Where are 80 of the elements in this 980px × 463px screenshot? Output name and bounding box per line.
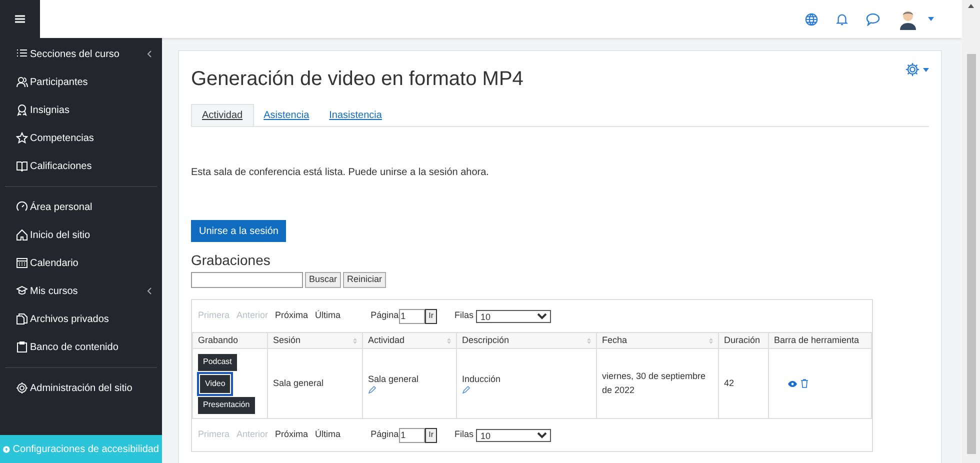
search-field[interactable] xyxy=(191,272,303,288)
join-button[interactable]: Unirse a la sesión xyxy=(191,220,286,242)
format-button[interactable]: Video xyxy=(200,374,230,392)
avatar-icon[interactable] xyxy=(898,8,918,30)
info-icon xyxy=(3,444,10,454)
pager-link[interactable]: Próxima xyxy=(275,309,308,323)
sidebar-item[interactable]: Secciones del curso xyxy=(0,40,162,68)
menu-button[interactable] xyxy=(0,0,40,38)
go-button[interactable]: Ir xyxy=(424,428,438,442)
caret-icon xyxy=(923,68,929,72)
status-message: Esta sala de conferencia está lista. Puede unirse a la sesión ahora. xyxy=(191,166,490,180)
format-button[interactable]: Podcast xyxy=(198,354,237,370)
sidebar-item[interactable]: Insignias xyxy=(0,96,162,124)
session-cell: Sala general xyxy=(273,378,324,388)
sidebar-item[interactable]: Inicio del sitio xyxy=(0,221,162,249)
page-title: Generación de video en formato MP4 xyxy=(191,67,524,92)
eye-icon[interactable] xyxy=(788,380,797,386)
rows-label: Filas xyxy=(454,309,474,322)
date-cell: viernes, 30 de septiembre de 2022 xyxy=(602,371,706,394)
sidebar-item[interactable]: Archivos privados xyxy=(0,305,162,333)
page-field[interactable]: 1 xyxy=(398,428,425,442)
rows-select[interactable]: 10 xyxy=(476,310,550,322)
page-label: Página xyxy=(370,309,399,322)
duration-cell: 42 xyxy=(724,378,734,388)
page-field[interactable]: 1 xyxy=(398,308,425,324)
rows-select[interactable]: 10 xyxy=(476,428,550,442)
tab[interactable]: Actividad xyxy=(191,104,254,126)
column-header: Grabando xyxy=(192,332,268,348)
pager-link[interactable]: Última xyxy=(315,428,341,442)
column-header[interactable]: Fecha xyxy=(596,332,718,348)
settings-icon xyxy=(16,382,28,394)
search-button[interactable]: Buscar xyxy=(305,272,342,288)
sidebar-item[interactable]: Administración del sitio xyxy=(0,374,162,402)
description-cell: Inducción xyxy=(462,374,501,384)
clipboard-icon xyxy=(16,341,28,353)
pencil-icon[interactable] xyxy=(462,386,470,394)
scroll-up-icon[interactable] xyxy=(968,4,974,8)
gauge-icon xyxy=(16,201,28,213)
calendar-icon xyxy=(16,257,28,269)
bell-icon[interactable] xyxy=(836,12,848,26)
globe-icon[interactable] xyxy=(805,12,818,26)
go-button[interactable]: Ir xyxy=(424,308,438,324)
sidebar-item[interactable]: Área personal xyxy=(0,193,162,221)
sidebar-item[interactable]: Banco de contenido xyxy=(0,333,162,361)
activity-cell: Sala general xyxy=(368,374,419,384)
trash-icon[interactable] xyxy=(801,379,808,388)
format-button[interactable]: Presentación xyxy=(198,396,255,414)
column-header[interactable]: Sesión xyxy=(268,332,362,348)
sidebar-item[interactable]: Participantes xyxy=(0,68,162,96)
pager-link[interactable]: Próxima xyxy=(275,428,308,442)
graduation-cap-icon xyxy=(16,285,28,297)
settings-menu[interactable] xyxy=(905,61,929,77)
column-header: Duración xyxy=(718,332,768,348)
tab[interactable]: Asistencia xyxy=(254,104,320,126)
tab[interactable]: Inasistencia xyxy=(319,104,392,126)
section-heading: Grabaciones xyxy=(191,251,272,270)
scrollbar[interactable] xyxy=(962,0,980,463)
sidebar-item[interactable]: Competencias xyxy=(0,124,162,152)
files-icon xyxy=(16,313,28,325)
reset-button[interactable]: Reiniciar xyxy=(343,272,386,288)
badge-icon xyxy=(16,104,28,116)
column-header[interactable]: Descripción xyxy=(456,332,596,348)
column-header: Barra de herramienta xyxy=(768,332,872,348)
sidebar-item[interactable]: Mis cursos xyxy=(0,277,162,305)
users-icon xyxy=(16,76,28,88)
sidebar-item[interactable]: Calendario xyxy=(0,249,162,277)
page-label: Página xyxy=(370,428,399,442)
pager-link[interactable]: Última xyxy=(315,309,341,323)
star-icon xyxy=(16,132,28,144)
caret-icon[interactable] xyxy=(928,17,934,21)
home-icon xyxy=(16,229,28,241)
scrollbar-thumb[interactable] xyxy=(966,54,976,454)
settings-icon xyxy=(905,62,920,77)
book-icon xyxy=(16,160,28,172)
pencil-icon[interactable] xyxy=(368,386,376,394)
column-header[interactable]: Actividad xyxy=(362,332,456,348)
rows-label: Filas xyxy=(454,428,474,442)
chat-icon[interactable] xyxy=(866,12,880,26)
menu-icon xyxy=(15,15,25,23)
sidebar-item[interactable]: Calificaciones xyxy=(0,152,162,180)
